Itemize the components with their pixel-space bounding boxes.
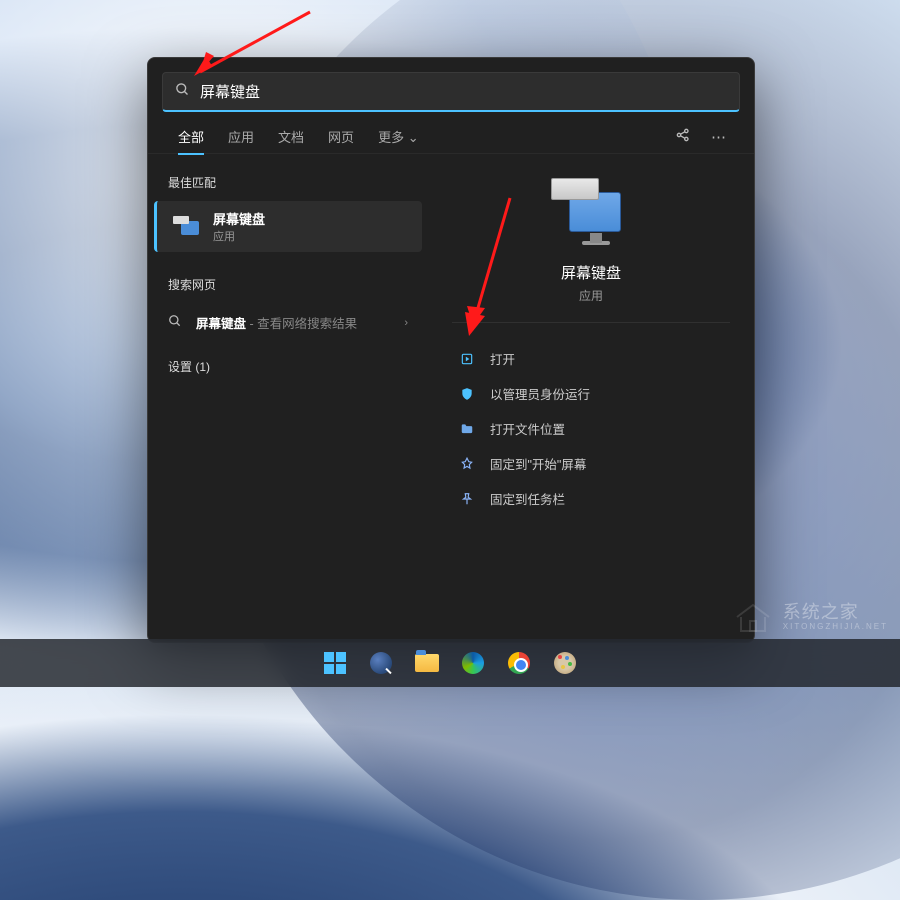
- search-web-header: 搜索网页: [148, 270, 428, 303]
- pin-icon: [458, 455, 476, 473]
- divider: [452, 322, 730, 323]
- preview-app-subtitle: 应用: [428, 287, 754, 304]
- action-pin-to-taskbar[interactable]: 固定到任务栏: [428, 481, 754, 516]
- action-open[interactable]: 打开: [428, 341, 754, 376]
- shield-icon: [458, 385, 476, 403]
- edge-icon: [462, 652, 484, 674]
- action-label: 打开: [490, 349, 515, 368]
- share-icon[interactable]: [665, 121, 701, 153]
- action-label: 打开文件位置: [490, 419, 565, 438]
- watermark-title: 系统之家: [783, 603, 888, 623]
- result-preview-pane: 屏幕键盘 应用 打开 以管理员身份运行 打开文件位置: [428, 154, 754, 642]
- search-web-item[interactable]: 屏幕键盘 - 查看网络搜索结果 ›: [148, 303, 428, 342]
- pin-icon: [458, 490, 476, 508]
- best-match-item[interactable]: 屏幕键盘 应用: [154, 201, 422, 252]
- tab-more[interactable]: 更多 ⌄: [366, 119, 431, 154]
- action-label: 以管理员身份运行: [490, 384, 590, 403]
- taskbar-file-explorer[interactable]: [407, 643, 447, 683]
- best-match-header: 最佳匹配: [148, 168, 428, 201]
- folder-icon: [415, 654, 439, 672]
- chevron-right-icon: ›: [404, 317, 408, 329]
- preview-app-title: 屏幕键盘: [428, 262, 754, 283]
- windows-logo-icon: [324, 652, 346, 674]
- watermark-logo-icon: [733, 599, 773, 635]
- search-icon: [370, 652, 392, 674]
- on-screen-keyboard-icon-large: [551, 178, 631, 248]
- start-search-panel: 全部 应用 文档 网页 更多 ⌄ ⋯ 最佳匹配 屏幕键盘 应用 搜索网页: [147, 57, 755, 643]
- watermark-subtitle: XITONGZHIJIA.NET: [783, 623, 888, 632]
- search-icon: [175, 82, 190, 101]
- open-icon: [458, 350, 476, 368]
- tab-web[interactable]: 网页: [316, 119, 366, 154]
- on-screen-keyboard-icon: [173, 213, 201, 241]
- chrome-icon: [508, 652, 530, 674]
- taskbar-paint[interactable]: [545, 643, 585, 683]
- paint-palette-icon: [554, 652, 576, 674]
- start-button[interactable]: [315, 643, 355, 683]
- action-label: 固定到"开始"屏幕: [490, 454, 586, 473]
- taskbar: [0, 639, 900, 687]
- best-match-subtitle: 应用: [213, 228, 265, 244]
- search-tabs: 全部 应用 文档 网页 更多 ⌄ ⋯: [148, 112, 754, 154]
- search-icon: [168, 314, 182, 332]
- taskbar-chrome[interactable]: [499, 643, 539, 683]
- action-open-file-location[interactable]: 打开文件位置: [428, 411, 754, 446]
- tab-documents[interactable]: 文档: [266, 119, 316, 154]
- search-web-label: 屏幕键盘 - 查看网络搜索结果: [196, 313, 357, 332]
- settings-results-header[interactable]: 设置 (1): [148, 342, 428, 381]
- search-input[interactable]: [200, 83, 727, 100]
- search-bar[interactable]: [162, 72, 740, 112]
- best-match-title: 屏幕键盘: [213, 209, 265, 228]
- results-left-column: 最佳匹配 屏幕键盘 应用 搜索网页 屏幕键盘 - 查看网络搜索结果: [148, 154, 428, 642]
- taskbar-edge[interactable]: [453, 643, 493, 683]
- tab-apps[interactable]: 应用: [216, 119, 266, 154]
- taskbar-search-button[interactable]: [361, 643, 401, 683]
- tab-all[interactable]: 全部: [166, 119, 216, 154]
- action-label: 固定到任务栏: [490, 489, 565, 508]
- action-pin-to-start[interactable]: 固定到"开始"屏幕: [428, 446, 754, 481]
- folder-icon: [458, 420, 476, 438]
- action-run-as-admin[interactable]: 以管理员身份运行: [428, 376, 754, 411]
- more-options-icon[interactable]: ⋯: [701, 122, 736, 152]
- watermark: 系统之家 XITONGZHIJIA.NET: [733, 599, 888, 635]
